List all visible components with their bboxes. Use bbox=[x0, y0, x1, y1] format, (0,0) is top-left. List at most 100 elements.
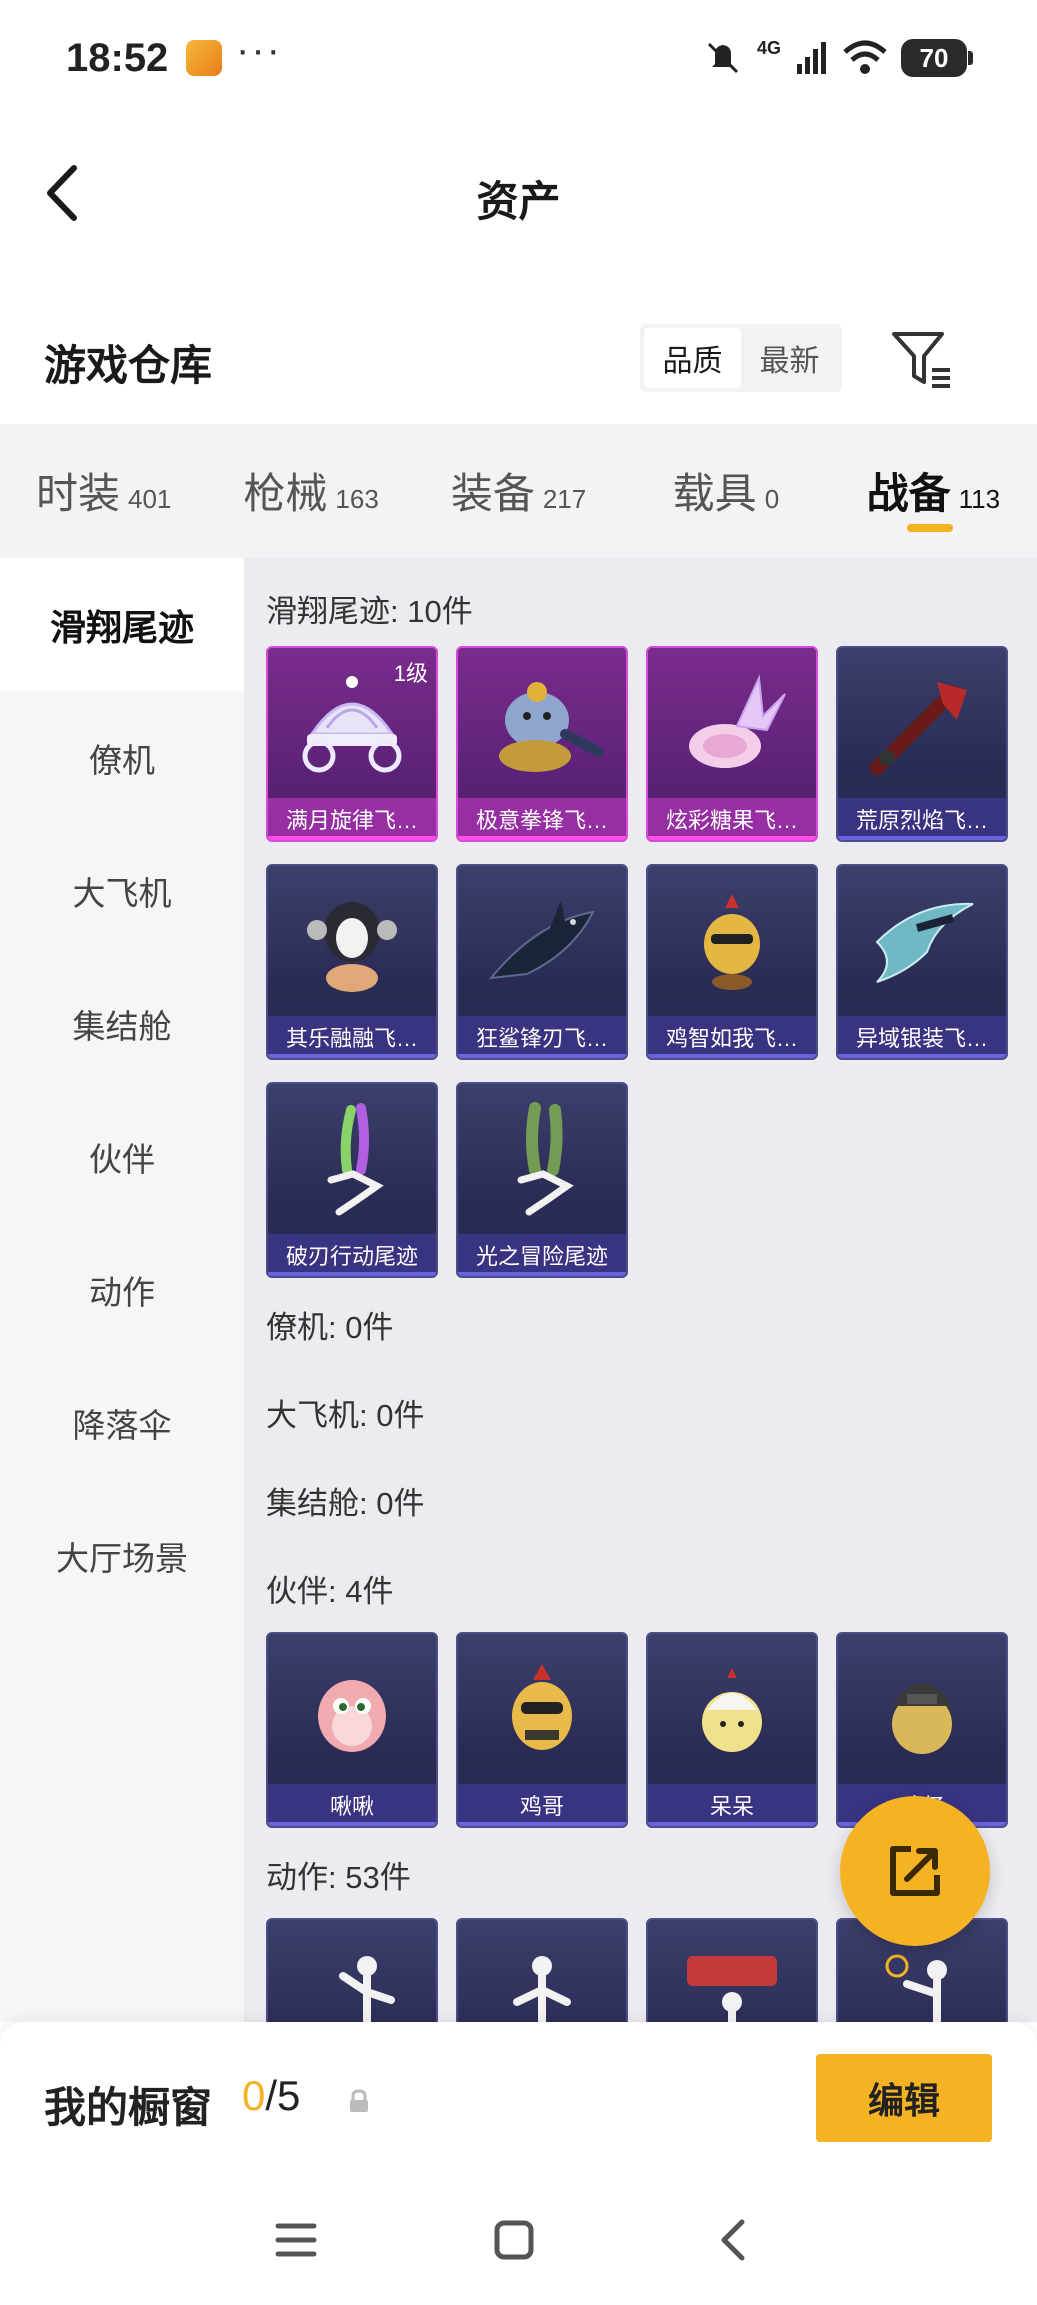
sidebar-item-wingman[interactable]: 僚机 bbox=[0, 691, 244, 824]
tab-count: 163 bbox=[335, 484, 379, 514]
tab-fashion[interactable]: 时装 401 bbox=[0, 424, 207, 558]
sidebar-item-partner[interactable]: 伙伴 bbox=[0, 1090, 244, 1223]
item-card[interactable]: 破刃行动尾迹 bbox=[266, 1082, 438, 1278]
tab-count: 113 bbox=[958, 484, 1001, 514]
app-notification-icon bbox=[186, 40, 222, 76]
sort-newest[interactable]: 最新 bbox=[741, 328, 838, 388]
system-nav-bar bbox=[0, 2172, 1037, 2305]
tab-label: 枪械 bbox=[243, 470, 328, 517]
filter-button[interactable] bbox=[888, 326, 954, 392]
sidebar-item-parachute[interactable]: 降落伞 bbox=[0, 1356, 244, 1489]
item-name: 异域银装飞… bbox=[838, 1016, 1006, 1058]
warehouse-title: 游戏仓库 bbox=[44, 342, 213, 389]
item-card[interactable]: 极意拳锋飞… bbox=[456, 646, 628, 842]
status-bar: 18:52 ··· 4G 70 bbox=[0, 0, 1037, 120]
item-card[interactable] bbox=[646, 1918, 818, 2022]
item-card[interactable] bbox=[266, 1918, 438, 2022]
edit-button[interactable]: 编辑 bbox=[816, 2054, 992, 2142]
tab-label: 载具 bbox=[672, 470, 757, 517]
nav-back-button[interactable] bbox=[704, 2212, 764, 2268]
rooster-icon bbox=[458, 1634, 626, 1786]
chick-icon bbox=[648, 1634, 816, 1786]
filter-icon bbox=[892, 332, 950, 388]
item-card[interactable]: 炫彩糖果飞… bbox=[646, 646, 818, 842]
item-card[interactable]: 1级 满月旋律飞… bbox=[266, 646, 438, 842]
showcase-max: 5 bbox=[277, 2072, 301, 2119]
title-bar: 资产 bbox=[0, 120, 1037, 270]
tab-equipment[interactable]: 装备 217 bbox=[415, 424, 622, 558]
share-button[interactable] bbox=[840, 1796, 990, 1946]
rarity-line bbox=[648, 836, 816, 840]
more-notifications-icon: ··· bbox=[236, 28, 282, 72]
tab-guns[interactable]: 枪械 163 bbox=[207, 424, 414, 558]
mute-icon bbox=[707, 42, 739, 74]
back-arrow-icon bbox=[721, 2219, 745, 2261]
group-title-plane: 大飞机: 0件 bbox=[266, 1398, 425, 1433]
rarity-line bbox=[268, 836, 436, 840]
sidebar-item-lobby-scene[interactable]: 大厅场景 bbox=[0, 1489, 244, 1622]
item-card[interactable]: 荒原烈焰飞… bbox=[836, 646, 1008, 842]
tab-count: 0 bbox=[764, 484, 780, 514]
menu-icon bbox=[275, 2223, 317, 2257]
showcase-bar: 我的橱窗 0/5 编辑 bbox=[0, 2022, 1037, 2172]
sidebar-item-big-plane[interactable]: 大飞机 bbox=[0, 824, 244, 957]
rarity-line bbox=[268, 1822, 436, 1826]
item-card[interactable]: 光之冒险尾迹 bbox=[456, 1082, 628, 1278]
item-name: 炫彩糖果飞… bbox=[648, 798, 816, 840]
item-name: 光之冒险尾迹 bbox=[458, 1234, 626, 1276]
item-card[interactable]: 呆呆 bbox=[646, 1632, 818, 1828]
item-level: 1级 bbox=[393, 661, 428, 686]
emote-figure-icon bbox=[458, 1920, 626, 2022]
lock-icon bbox=[350, 2089, 368, 2112]
item-name: 鸡智如我飞… bbox=[648, 1016, 816, 1058]
item-name: 极意拳锋飞… bbox=[458, 798, 626, 840]
nav-menu-button[interactable] bbox=[266, 2212, 326, 2268]
flame-weapon-icon bbox=[838, 648, 1006, 800]
tab-label: 时装 bbox=[36, 470, 121, 517]
item-name: 满月旋律飞… bbox=[268, 798, 436, 840]
sidebar: 滑翔尾迹 僚机 大飞机 集结舱 伙伴 动作 降落伞 大厅场景 bbox=[0, 558, 244, 2022]
showcase-label: 我的橱窗 bbox=[44, 2084, 213, 2131]
item-card[interactable] bbox=[456, 1918, 628, 2022]
signal-icon bbox=[797, 42, 826, 74]
item-name: 啾啾 bbox=[268, 1784, 436, 1826]
item-name: 荒原烈焰飞… bbox=[838, 798, 1006, 840]
item-card[interactable]: 其乐融融飞… bbox=[266, 864, 438, 1060]
status-icons: 4G 70 bbox=[703, 36, 973, 80]
item-card[interactable]: 鸡智如我飞… bbox=[646, 864, 818, 1060]
emote-figure-icon bbox=[648, 1920, 816, 2022]
sidebar-item-emote[interactable]: 动作 bbox=[0, 1223, 244, 1356]
helmet-chick-icon bbox=[838, 1634, 1006, 1786]
showcase-current: 0 bbox=[242, 2072, 266, 2119]
item-name: 狂鲨锋刃飞… bbox=[458, 1016, 626, 1058]
rarity-line bbox=[268, 1272, 436, 1276]
rarity-line bbox=[268, 1054, 436, 1058]
battery-icon: 70 bbox=[901, 39, 973, 77]
active-tab-indicator bbox=[907, 524, 954, 532]
rarity-line bbox=[838, 836, 1006, 840]
item-name: 鸡哥 bbox=[458, 1784, 626, 1826]
sidebar-item-glide-trail[interactable]: 滑翔尾迹 bbox=[0, 558, 244, 691]
elephant-icon bbox=[458, 648, 626, 800]
status-time: 18:52 bbox=[66, 36, 169, 80]
showcase-separator: / bbox=[265, 2072, 278, 2119]
item-card[interactable]: 鸡哥 bbox=[456, 1632, 628, 1828]
item-card[interactable]: 异域银装飞… bbox=[836, 864, 1008, 1060]
share-icon bbox=[890, 1846, 940, 1896]
tab-readiness[interactable]: 战备 113 bbox=[830, 424, 1037, 558]
wifi-icon bbox=[843, 40, 887, 74]
category-tabs: 时装 401 枪械 163 装备 217 载具 0 战备 113 bbox=[0, 424, 1037, 558]
sort-quality[interactable]: 品质 bbox=[644, 328, 741, 388]
item-card[interactable]: 狂鲨锋刃飞… bbox=[456, 864, 628, 1060]
tab-vehicles[interactable]: 载具 0 bbox=[622, 424, 829, 558]
smoke-trail-icon bbox=[268, 1084, 436, 1236]
chicken-icon bbox=[648, 866, 816, 1018]
item-card[interactable]: 啾啾 bbox=[266, 1632, 438, 1828]
item-name: 其乐融融飞… bbox=[268, 1016, 436, 1058]
rarity-line bbox=[838, 1054, 1006, 1058]
item-name: 呆呆 bbox=[648, 1784, 816, 1826]
nav-home-button[interactable] bbox=[484, 2212, 544, 2268]
shark-icon bbox=[458, 866, 626, 1018]
group-title-pod: 集结舱: 0件 bbox=[266, 1486, 425, 1521]
sidebar-item-pod[interactable]: 集结舱 bbox=[0, 957, 244, 1090]
